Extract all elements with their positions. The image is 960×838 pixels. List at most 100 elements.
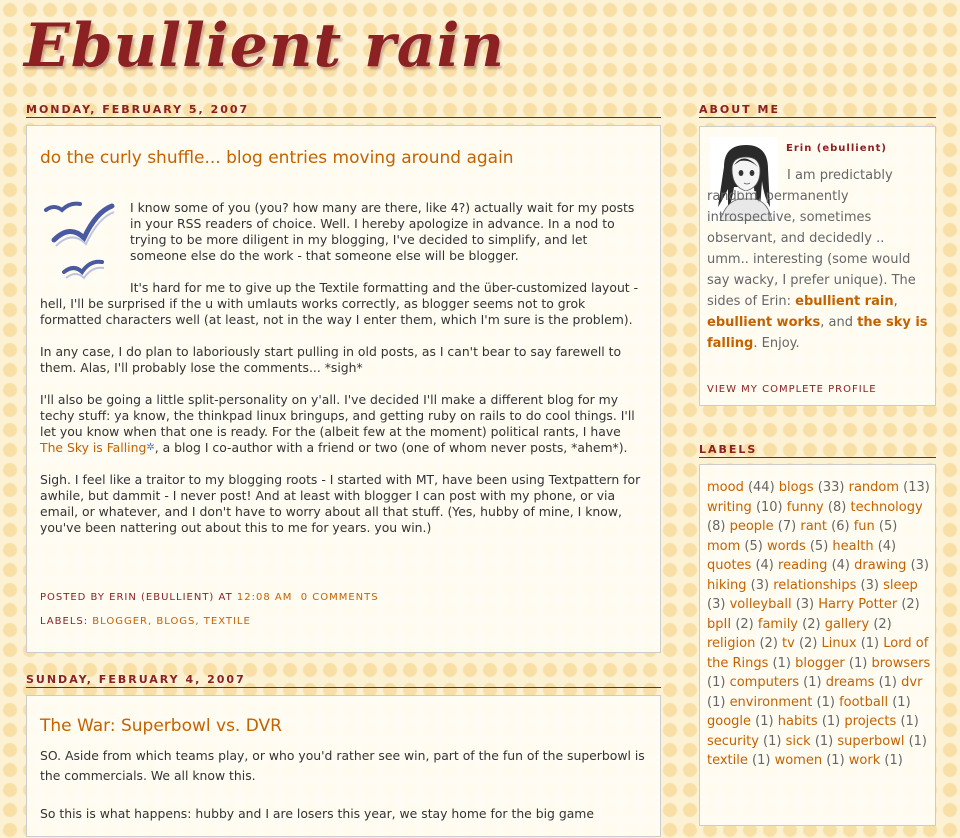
profile-end: . Enjoy.: [753, 336, 800, 351]
profile-name[interactable]: Erin (ebullient): [786, 143, 887, 154]
label-link[interactable]: blogger: [795, 656, 845, 671]
label-count: (10): [755, 499, 783, 515]
post-labels: Labels: blogger, blogs, textile: [40, 616, 251, 627]
label-count: (1): [826, 753, 845, 768]
label-count: (1): [821, 714, 841, 729]
profile-sep: , and: [820, 315, 858, 330]
post-body: SO. Aside from which teams play, or who …: [40, 746, 647, 838]
post-byline: Posted by Erin (ebullient) at 12:08 AM 0…: [40, 592, 379, 603]
comments-link[interactable]: 0 comments: [301, 592, 379, 603]
label-link[interactable]: gallery: [825, 617, 869, 632]
label-link[interactable]: mom: [707, 539, 740, 554]
label-count: (6): [831, 519, 850, 534]
label-link[interactable]: mood: [707, 480, 744, 495]
label-link[interactable]: google: [707, 714, 751, 729]
label-link[interactable]: bpII: [707, 617, 731, 632]
label-link[interactable]: hiking: [707, 578, 746, 593]
label-count: (5): [809, 538, 829, 554]
ebullient-rain-link[interactable]: ebullient rain: [795, 294, 893, 309]
labels-list: mood (44) blogs (33) random (13) writing…: [707, 478, 932, 771]
label-count: (3): [750, 577, 770, 593]
label-count: (33): [817, 480, 845, 495]
post-title[interactable]: The War: Superbowl vs. DVR: [40, 716, 282, 736]
label-link[interactable]: technology: [850, 500, 922, 515]
label-link[interactable]: football: [839, 695, 888, 710]
label-link[interactable]: words: [767, 539, 806, 554]
blog-title[interactable]: Ebullient rain: [24, 6, 505, 86]
post-paragraph: SO. Aside from which teams play, or who …: [40, 748, 645, 783]
label-link[interactable]: projects: [844, 714, 896, 729]
label-link[interactable]: dvr: [901, 675, 922, 690]
label-link[interactable]: superbowl: [837, 734, 904, 749]
label-link[interactable]: tv: [782, 636, 795, 651]
post-time-link[interactable]: 12:08 AM: [237, 592, 292, 603]
label-count: (2): [735, 616, 754, 632]
label-count: (4): [877, 538, 897, 554]
label-link[interactable]: volleyball: [730, 597, 792, 612]
paragraph-text: I'll also be going a little split-person…: [40, 392, 635, 439]
label-link[interactable]: work: [849, 753, 880, 768]
post-paragraph: In any case, I do plan to laboriously st…: [40, 344, 622, 375]
label-link[interactable]: people: [730, 519, 774, 534]
label-link[interactable]: computers: [730, 675, 799, 690]
label-link[interactable]: drawing: [854, 558, 906, 573]
post-label-links[interactable]: blogger, blogs, textile: [92, 616, 251, 627]
label-link[interactable]: writing: [707, 500, 752, 515]
label-count: (1): [803, 675, 822, 690]
external-link-icon: ✲: [146, 442, 155, 453]
profile-description: I am predictably random, permanently int…: [707, 165, 929, 354]
label-link[interactable]: women: [775, 753, 823, 768]
label-link[interactable]: sick: [786, 734, 811, 749]
label-link[interactable]: health: [832, 539, 873, 554]
post: The War: Superbowl vs. DVR SO. Aside fro…: [26, 695, 661, 837]
label-link[interactable]: reading: [778, 558, 827, 573]
label-count: (2): [798, 636, 818, 651]
blog-header: Ebullient rain: [24, 6, 505, 86]
label-link[interactable]: relationships: [773, 578, 856, 593]
about-me-header: About Me: [699, 103, 936, 118]
label-count: (1): [860, 636, 880, 651]
label-count: (3): [707, 597, 726, 612]
label-link[interactable]: Harry Potter: [818, 597, 897, 612]
label-link[interactable]: browsers: [871, 656, 930, 671]
label-link[interactable]: funny: [787, 500, 824, 515]
label-link[interactable]: habits: [778, 714, 818, 729]
post-date-header: Sunday, February 4, 2007: [26, 673, 661, 688]
post: do the curly shuffle... blog entries mov…: [26, 125, 661, 653]
label-link[interactable]: random: [849, 480, 899, 495]
label-count: (1): [707, 675, 726, 690]
label-link[interactable]: Linux: [822, 636, 857, 651]
labels-box: mood (44) blogs (33) random (13) writing…: [699, 464, 936, 826]
labels-prefix: Labels:: [40, 616, 89, 627]
label-count: (2): [873, 616, 892, 632]
view-profile-link[interactable]: View my complete profile: [707, 384, 877, 395]
label-link[interactable]: security: [707, 734, 759, 749]
label-link[interactable]: blogs: [779, 480, 814, 495]
label-count: (1): [814, 733, 834, 749]
sky-is-falling-link[interactable]: The Sky is Falling: [40, 440, 146, 455]
paragraph-text: , a blog I co-author with a friend or tw…: [154, 440, 628, 455]
label-link[interactable]: textile: [707, 753, 748, 768]
label-count: (13): [903, 480, 930, 495]
label-count: (8): [707, 519, 726, 534]
label-link[interactable]: quotes: [707, 558, 751, 573]
label-link[interactable]: religion: [707, 636, 755, 651]
label-link[interactable]: environment: [730, 695, 813, 710]
label-count: (3): [795, 597, 815, 612]
label-link[interactable]: family: [758, 617, 798, 632]
label-count: (4): [831, 558, 850, 573]
labels-header: Labels: [699, 443, 936, 458]
label-link[interactable]: rant: [800, 519, 827, 534]
label-link[interactable]: sleep: [883, 578, 918, 593]
profile-sep: ,: [893, 294, 898, 309]
label-count: (1): [816, 694, 835, 710]
post-title[interactable]: do the curly shuffle... blog entries mov…: [40, 148, 514, 168]
label-count: (1): [900, 714, 919, 729]
label-count: (2): [759, 636, 778, 651]
label-count: (1): [878, 675, 898, 690]
label-count: (1): [755, 714, 774, 729]
ebullient-works-link[interactable]: ebullient works: [707, 315, 820, 330]
label-link[interactable]: fun: [854, 519, 875, 534]
label-link[interactable]: dreams: [826, 675, 875, 690]
label-count: (1): [772, 655, 791, 671]
